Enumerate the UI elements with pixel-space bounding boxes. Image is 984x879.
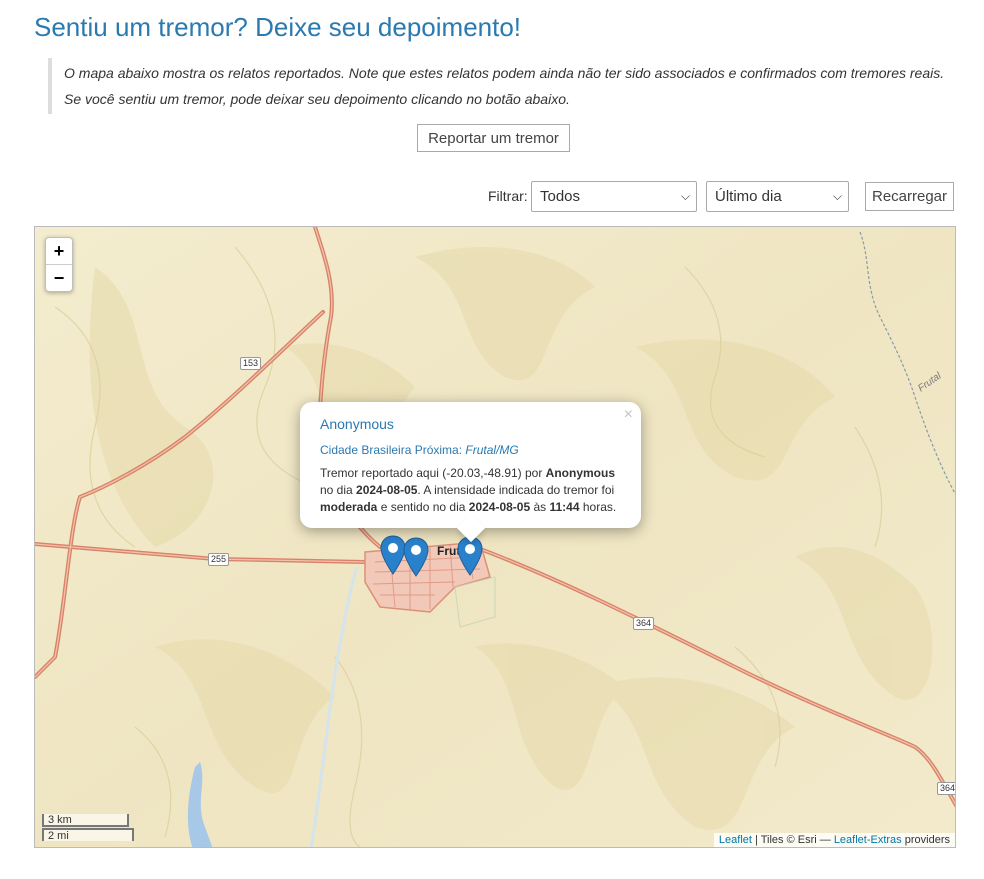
intro-line-2: Se você sentiu um tremor, pode deixar se… <box>64 91 570 107</box>
leaflet-link[interactable]: Leaflet <box>719 834 752 846</box>
map-tiles <box>35 227 955 847</box>
popup-text: horas. <box>579 500 617 514</box>
period-filter-value: Último dia <box>715 188 782 205</box>
popup-reporter: Anonymous <box>545 466 616 480</box>
scale-metric: 3 km <box>42 814 129 827</box>
popup-city-label: Cidade Brasileira Próxima: <box>320 443 463 457</box>
report-marker[interactable] <box>403 537 429 577</box>
popup-intensity: moderada <box>320 500 378 514</box>
road-shield: 153 <box>240 357 262 370</box>
zoom-in-button[interactable]: + <box>46 238 72 264</box>
popup-text: . A intensidade indicada do tremor foi <box>417 483 615 497</box>
chevron-down-icon: ⌵ <box>680 189 690 203</box>
road-shield: 255 <box>208 553 230 566</box>
scale-imperial: 2 mi <box>42 828 134 842</box>
zoom-out-button[interactable]: − <box>46 264 72 291</box>
popup-report-date: 2024-08-05 <box>356 483 418 497</box>
popup-text: no dia <box>320 483 357 497</box>
popup-felt-time: 11:44 <box>549 500 580 514</box>
scale-bar: 3 km 2 mi <box>42 814 134 842</box>
tiles-credit: | Tiles © Esri — <box>755 834 831 846</box>
reload-button[interactable]: Recarregar <box>865 182 954 211</box>
chevron-down-icon: ⌵ <box>832 189 842 203</box>
period-filter-select[interactable]: Último dia ⌵ <box>706 181 849 212</box>
popup-text: às <box>530 500 550 514</box>
popup-felt-date: 2024-08-05 <box>468 500 531 514</box>
road-shield: 364 <box>633 617 655 630</box>
leaflet-extras-link[interactable]: Leaflet-Extras <box>834 834 902 846</box>
type-filter-value: Todos <box>540 188 581 205</box>
popup-reporter-name: Anonymous <box>320 416 394 432</box>
popup-nearest-city: Cidade Brasileira Próxima: Frutal/MG <box>320 443 519 457</box>
report-tremor-button[interactable]: Reportar um tremor <box>417 124 570 152</box>
filter-label: Filtrar: <box>488 188 528 204</box>
providers-text: providers <box>904 834 950 846</box>
map-attribution: Leaflet | Tiles © Esri — Leaflet-Extras … <box>713 833 955 847</box>
type-filter-select[interactable]: Todos ⌵ <box>531 181 697 212</box>
intro-line-1: O mapa abaixo mostra os relatos reportad… <box>64 65 945 81</box>
report-popup: × Anonymous Cidade Brasileira Próxima: F… <box>300 402 641 543</box>
popup-text: Tremor reportado aqui (-20.03,-48.91) po… <box>320 466 546 480</box>
popup-city-value: Frutal/MG <box>465 443 519 457</box>
road-shield: 364 <box>937 782 955 795</box>
popup-description: Tremor reportado aqui (-20.03,-48.91) po… <box>320 465 630 516</box>
page-title: Sentiu um tremor? Deixe seu depoimento! <box>34 12 522 42</box>
zoom-control: + − <box>45 237 73 292</box>
intro-blockquote: O mapa abaixo mostra os relatos reportad… <box>48 58 984 114</box>
map[interactable]: 153 255 364 364 Frutal Frut + − × Anonym… <box>34 226 956 848</box>
close-icon[interactable]: × <box>624 406 633 424</box>
popup-text: e sentido no dia <box>377 500 469 514</box>
